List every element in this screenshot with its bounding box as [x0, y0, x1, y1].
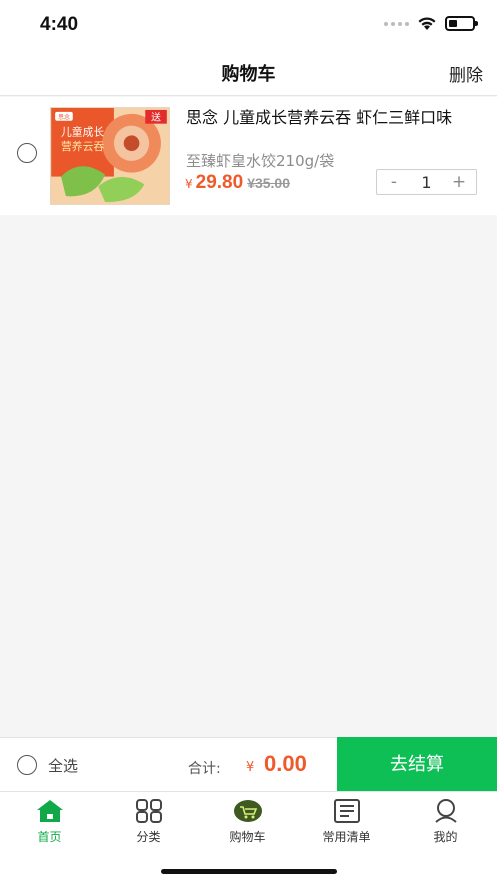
page-title: 购物车 — [221, 64, 276, 85]
total-currency: ¥ — [246, 760, 255, 775]
list-icon — [333, 799, 360, 823]
price-row: ¥ 29.80 ¥35.00 — [185, 172, 290, 194]
select-all-radio[interactable] — [17, 755, 37, 775]
tab-label: 我的 — [433, 830, 458, 844]
cart-icon — [233, 800, 262, 822]
product-package-icon: 送 思念 儿童成长 营养云吞 — [51, 108, 169, 204]
svg-text:送: 送 — [151, 111, 161, 124]
original-price: ¥35.00 — [247, 175, 291, 191]
checkout-button[interactable]: 去结算 — [337, 737, 497, 792]
item-select-radio[interactable] — [17, 143, 37, 163]
status-bar: 4:40 — [0, 0, 497, 50]
tab-cart[interactable]: 购物车 — [198, 798, 297, 846]
cellular-signal-icon — [384, 21, 409, 26]
decrease-button[interactable]: - — [377, 170, 411, 194]
tab-home[interactable]: 首页 — [0, 798, 99, 846]
cart-item: 送 思念 儿童成长 营养云吞 思念 儿童成长营养云吞 虾仁三鲜口味 至臻虾皇水饺… — [0, 97, 497, 215]
price-currency: ¥ — [185, 177, 193, 191]
quantity-value[interactable]: 1 — [411, 173, 442, 192]
increase-button[interactable]: + — [442, 170, 476, 194]
tab-label: 分类 — [136, 830, 161, 844]
product-image[interactable]: 送 思念 儿童成长 营养云吞 — [50, 107, 170, 205]
status-time: 4:40 — [40, 14, 79, 35]
product-subtitle: 至臻虾皇水饺210g/袋 — [186, 152, 335, 170]
delete-button[interactable]: 删除 — [449, 61, 483, 86]
home-icon — [36, 800, 63, 822]
battery-icon — [445, 16, 478, 31]
home-indicator — [161, 869, 337, 874]
checkout-bar: 全选 合计: ¥ 0.00 去结算 — [0, 737, 497, 792]
wifi-icon — [418, 17, 436, 30]
tab-label: 首页 — [37, 830, 62, 844]
svg-text:营养云吞: 营养云吞 — [61, 140, 104, 153]
current-price: 29.80 — [195, 172, 244, 193]
svg-text:思念: 思念 — [58, 113, 70, 121]
nav-bar: 购物车 删除 — [0, 50, 497, 96]
total-label: 合计: — [188, 761, 221, 777]
user-icon — [434, 799, 457, 823]
product-title[interactable]: 思念 儿童成长营养云吞 虾仁三鲜口味 — [186, 107, 482, 128]
status-icons — [384, 16, 478, 31]
tab-list[interactable]: 常用清单 — [297, 798, 396, 846]
total-value: 0.00 — [264, 751, 307, 776]
tab-category[interactable]: 分类 — [99, 798, 198, 846]
svg-text:儿童成长: 儿童成长 — [61, 125, 104, 138]
tab-profile[interactable]: 我的 — [396, 798, 495, 846]
select-all-label[interactable]: 全选 — [48, 755, 78, 776]
tab-label: 常用清单 — [322, 830, 371, 844]
quantity-stepper: - 1 + — [376, 169, 477, 195]
tab-label: 购物车 — [229, 830, 266, 844]
grid-icon — [135, 799, 162, 823]
